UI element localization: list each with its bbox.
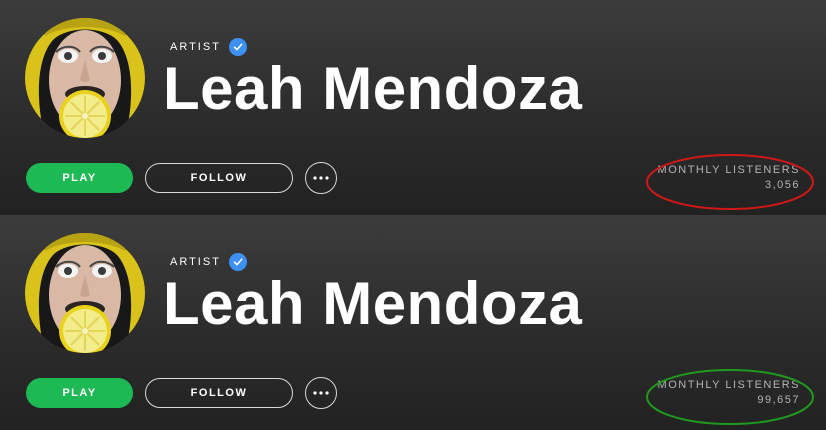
play-button[interactable]: PLAY xyxy=(26,378,133,408)
monthly-listeners: MONTHLY LISTENERS 3,056 xyxy=(658,164,800,191)
artist-avatar xyxy=(25,233,145,353)
artist-header-panel-top: ARTIST Leah Mendoza PLAY FOLLOW MONTHLY … xyxy=(0,0,826,215)
monthly-listeners-label: MONTHLY LISTENERS xyxy=(657,379,800,391)
more-options-icon xyxy=(313,176,329,180)
follow-button[interactable]: FOLLOW xyxy=(145,163,293,193)
artist-avatar xyxy=(25,18,145,138)
monthly-listeners: MONTHLY LISTENERS 99,657 xyxy=(658,379,800,406)
artist-kind-label: ARTIST xyxy=(170,41,221,53)
artist-kind-label: ARTIST xyxy=(170,256,221,268)
monthly-listeners-label: MONTHLY LISTENERS xyxy=(657,164,800,176)
more-options-button[interactable] xyxy=(305,377,337,409)
artist-header-panel-bottom: ARTIST Leah Mendoza PLAY FOLLOW MONTHLY … xyxy=(0,215,826,430)
play-button[interactable]: PLAY xyxy=(26,163,133,193)
more-options-button[interactable] xyxy=(305,162,337,194)
more-options-icon xyxy=(313,391,329,395)
monthly-listeners-count: 99,657 xyxy=(757,394,800,406)
follow-button[interactable]: FOLLOW xyxy=(145,378,293,408)
monthly-listeners-count: 3,056 xyxy=(764,179,800,191)
artist-name: Leah Mendoza xyxy=(163,270,583,337)
artist-name: Leah Mendoza xyxy=(163,55,583,122)
